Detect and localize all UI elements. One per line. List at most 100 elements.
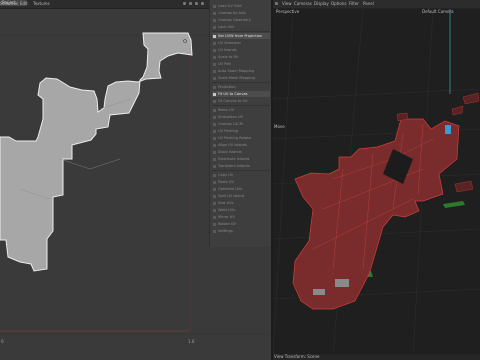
tool-item[interactable]: Straighten UV — [212, 114, 270, 120]
tool-item[interactable]: Unwrap LSCM — [212, 121, 270, 127]
tool-item[interactable]: Distribute Islands — [212, 156, 270, 162]
tool-item[interactable]: Relax UV — [212, 107, 270, 113]
tool-item[interactable]: Unwrap by Axis — [212, 10, 270, 16]
tool-item-label: UV Pelt — [218, 62, 231, 66]
menu-filter[interactable]: Filter — [349, 1, 359, 6]
tool-separator — [212, 170, 270, 171]
menu-display[interactable]: Display — [314, 1, 329, 6]
view-transform-label: View Transform: Scene — [274, 354, 320, 359]
tool-item-label: Unwrap by Axis — [218, 11, 246, 15]
tool-item-label: Scale to Fill — [218, 55, 239, 59]
tool-item[interactable]: Optimize UVs — [212, 186, 270, 192]
tool-item-label: Relax UV — [218, 108, 235, 112]
tool-bullet-icon — [213, 18, 216, 22]
tool-bullet-icon — [213, 92, 216, 96]
uv-sync-icon[interactable] — [189, 2, 192, 5]
tool-bullet-icon — [213, 229, 216, 233]
tool-bullet-icon — [213, 55, 216, 59]
tool-item[interactable]: Lock UVs — [212, 24, 270, 30]
menu-options[interactable]: Options — [331, 1, 346, 6]
tool-item[interactable]: Unwrap Geometry — [212, 17, 270, 23]
uv-island-shape[interactable] — [0, 32, 193, 272]
tool-separator — [212, 82, 270, 83]
tool-bullet-icon — [213, 108, 216, 112]
tool-item[interactable]: Projection — [212, 84, 270, 90]
tool-bullet-icon — [213, 129, 216, 133]
tool-item-label: Lock UVs — [218, 25, 235, 29]
tool-item[interactable]: Scale to Fill — [212, 54, 270, 60]
tool-bullet-icon — [213, 194, 216, 198]
tool-item-label: Weld UVs — [218, 208, 235, 212]
tool-item[interactable]: Paste UV — [212, 179, 270, 185]
tool-item-label: Straighten UV — [218, 115, 244, 119]
view-name-label: Perspective — [276, 9, 300, 14]
tool-item[interactable]: Settings — [212, 228, 270, 234]
tool-item[interactable]: Copy UV — [212, 172, 270, 178]
tool-bullet-icon — [213, 180, 216, 184]
tool-item[interactable]: UV Selection — [212, 40, 270, 46]
menu-view[interactable]: View — [282, 1, 292, 6]
tool-item-label: Load UV Grid — [218, 4, 242, 8]
tool-item-label: Split UV Island — [218, 194, 245, 198]
tool-item[interactable]: Align UV Islands — [212, 142, 270, 148]
tool-item-label: Copy UV — [218, 173, 234, 177]
menu-edit[interactable]: Edit — [20, 1, 28, 6]
tool-item-label: Unwrap LSCM — [218, 122, 243, 126]
uv-display-icon[interactable] — [201, 2, 204, 5]
tool-separator — [212, 105, 270, 106]
tool-item-label: Auto Seam Mapping — [218, 69, 255, 73]
tool-item[interactable]: Sew UVs — [212, 200, 270, 206]
tool-item[interactable]: Transform Islands — [212, 163, 270, 169]
tool-bullet-icon — [213, 69, 216, 73]
viewport-canvas[interactable] — [273, 9, 480, 355]
tool-item[interactable]: UV Packing Rotate — [212, 135, 270, 141]
city-mesh[interactable] — [292, 118, 460, 310]
viewport-footer: View Transform: Scene — [273, 354, 480, 360]
tool-item[interactable]: UV Packing — [212, 128, 270, 134]
tool-item[interactable]: Weld UVs — [212, 207, 270, 213]
tool-item[interactable]: Load UV Grid — [212, 3, 270, 9]
tool-item[interactable]: UV Pelt — [212, 61, 270, 67]
menu-panel[interactable]: Panel — [363, 1, 374, 6]
tool-bullet-icon — [213, 41, 216, 45]
uv-axis-zero-label: 0 — [1, 339, 4, 344]
tool-item[interactable]: Set UVW from Projection — [212, 33, 270, 39]
tool-item[interactable]: Fit UV to Canvas — [212, 91, 270, 97]
uv-mode-icon[interactable] — [183, 2, 186, 5]
tool-item-label: Sew UVs — [218, 201, 234, 205]
menu-cameras[interactable]: Cameras — [294, 1, 312, 6]
tool-bullet-icon — [213, 215, 216, 219]
tool-item-label: Scale Mesh Mapping — [218, 76, 255, 80]
tool-item-label: Mirror UV — [218, 215, 235, 219]
tool-item-label: UV Packing — [218, 129, 239, 133]
tool-item[interactable]: Scale Mesh Mapping — [212, 75, 270, 81]
tool-item-label: Settings — [218, 229, 233, 233]
tool-item[interactable]: Stack Islands — [212, 149, 270, 155]
tool-item-label: UV Packing Rotate — [218, 136, 251, 140]
tool-item-label: Fit Canvas to UV — [218, 99, 248, 103]
tool-item[interactable]: Rotate UV — [212, 221, 270, 227]
tool-item-label: Projection — [218, 85, 236, 89]
menu-textures[interactable]: Textures — [33, 1, 50, 6]
tool-item[interactable]: Auto Seam Mapping — [212, 68, 270, 74]
camera-name-label[interactable]: Default Camera — [422, 9, 454, 14]
tool-item[interactable]: Fit Canvas to UV — [212, 98, 270, 104]
tool-bullet-icon — [213, 122, 216, 126]
tool-bullet-icon — [213, 150, 216, 154]
tool-item-label: UV Islands — [218, 48, 237, 52]
tool-item[interactable]: UV Islands — [212, 47, 270, 53]
blue-highlight — [445, 125, 451, 134]
uv-options-icon[interactable] — [195, 2, 198, 5]
tool-item[interactable]: Mirror UV — [212, 214, 270, 220]
tool-bullet-icon — [213, 62, 216, 66]
tool-bullet-icon — [213, 187, 216, 191]
move-label: Move — [274, 124, 285, 129]
tool-bullet-icon — [213, 201, 216, 205]
tool-bullet-icon — [213, 173, 216, 177]
viewport-menu-icon[interactable] — [275, 2, 278, 5]
tool-item-label: Rotate UV — [218, 222, 236, 226]
tool-item[interactable]: Split UV Island — [212, 193, 270, 199]
tool-item-label: Transform Islands — [218, 164, 250, 168]
tool-bullet-icon — [213, 222, 216, 226]
tool-bullet-icon — [213, 157, 216, 161]
